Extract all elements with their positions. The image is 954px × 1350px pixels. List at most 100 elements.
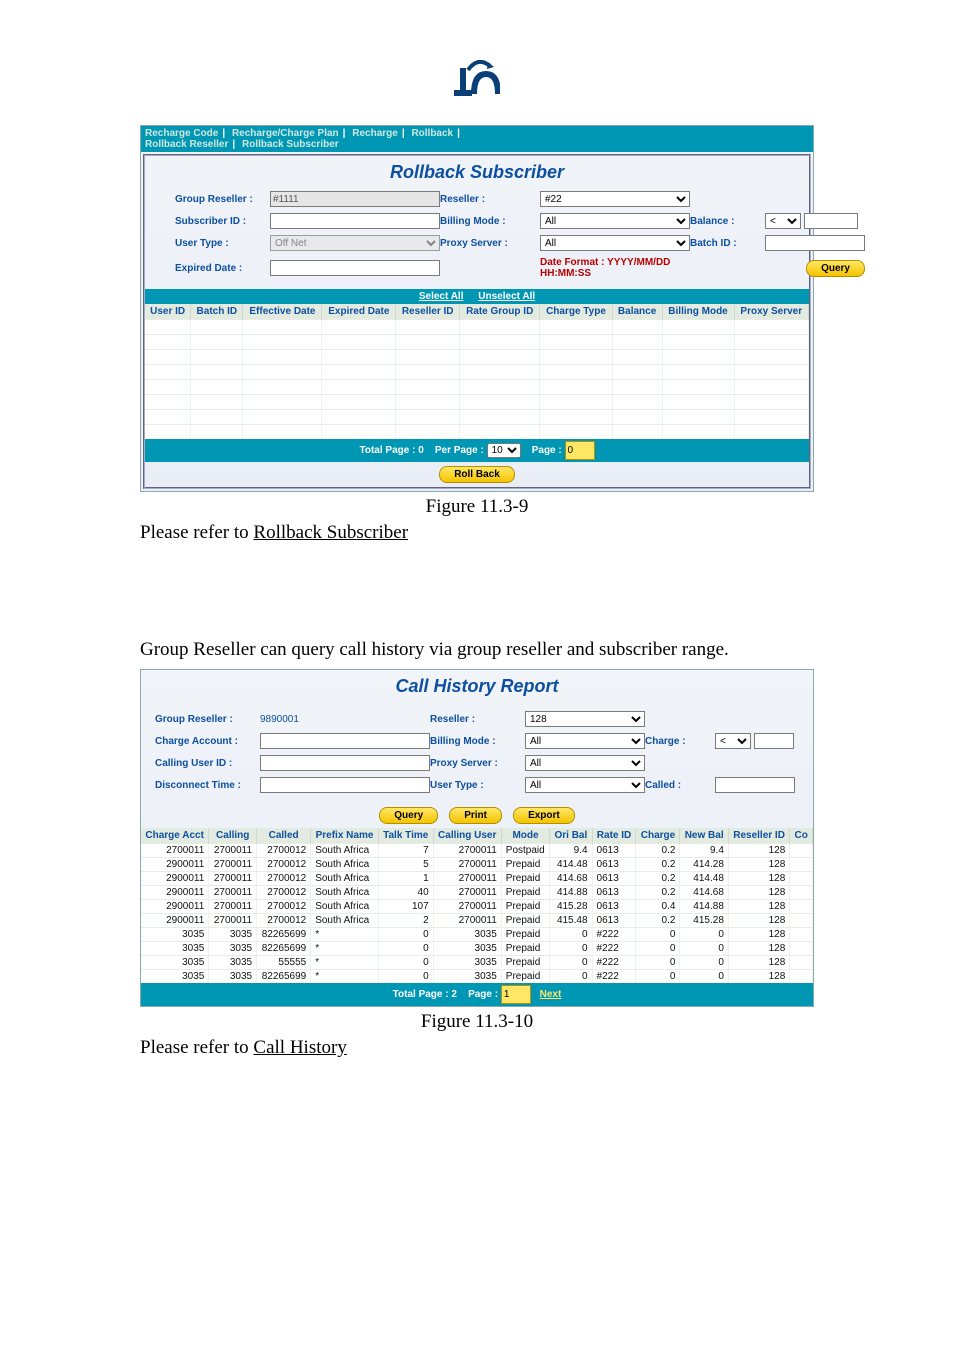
tab-bar: Recharge Code| Recharge/Charge Plan| Rec…: [141, 126, 813, 152]
page-label-2: Page :: [468, 989, 498, 1000]
tab-rollback-subscriber[interactable]: Rollback Subscriber: [242, 139, 339, 150]
user-type-select-2[interactable]: All: [525, 777, 645, 793]
pager-2: Total Page : 2 Page : Next: [141, 983, 813, 1006]
call-history-link[interactable]: Call History: [253, 1037, 346, 1058]
total-page-label-2: Total Page : 2: [393, 989, 457, 1000]
disconnect-time-label: Disconnect Time :: [155, 780, 260, 791]
col-charge-acct: Charge Acct: [141, 828, 209, 844]
table-row: 270001127000112700012South Africa7270001…: [141, 844, 813, 858]
col-balance: Balance: [612, 304, 662, 320]
per-page-label: Per Page :: [435, 445, 484, 456]
reseller-select[interactable]: #22: [540, 191, 690, 207]
page-input[interactable]: [565, 441, 595, 460]
calling-user-id-input[interactable]: [260, 755, 430, 771]
charge-input[interactable]: [754, 733, 794, 749]
billing-mode-select-2[interactable]: All: [525, 733, 645, 749]
group-reseller-value: 9890001: [260, 714, 430, 725]
figure-caption-1: Figure 11.3-9: [140, 496, 814, 518]
col-calling: Calling: [209, 828, 257, 844]
panel-title: Rollback Subscriber: [145, 156, 809, 191]
col-called: Called: [257, 828, 311, 844]
page-label: Page :: [532, 445, 562, 456]
user-type-select: Off Net: [270, 235, 440, 251]
charge-op-select[interactable]: <: [715, 733, 751, 749]
col-effective-date: Effective Date: [243, 304, 322, 320]
user-type-label-2: User Type :: [430, 780, 525, 791]
called-input[interactable]: [715, 777, 795, 793]
reseller-label-2: Reseller :: [430, 714, 525, 725]
col-batch-id: Batch ID: [191, 304, 243, 320]
balance-label: Balance :: [690, 216, 765, 227]
pager: Total Page : 0 Per Page : 10 Page :: [145, 439, 809, 462]
next-link[interactable]: Next: [540, 989, 562, 1000]
results-table: User ID Batch ID Effective Date Expired …: [145, 304, 809, 439]
charge-label: Charge :: [645, 736, 715, 747]
table-row: 290001127000112700012South Africa1072700…: [141, 900, 813, 914]
call-history-table: Charge Acct Calling Called Prefix Name T…: [141, 828, 813, 983]
group-reseller-label: Group Reseller :: [175, 194, 270, 205]
balance-op-select[interactable]: <: [765, 213, 801, 229]
table-row: 290001127000112700012South Africa5270001…: [141, 858, 813, 872]
rollback-subscriber-panel: Recharge Code| Recharge/Charge Plan| Rec…: [140, 125, 814, 492]
col-rate-id: Rate ID: [592, 828, 636, 844]
expired-date-label: Expired Date :: [175, 263, 270, 274]
batch-id-label: Batch ID :: [690, 238, 765, 249]
table-row: 290001127000112700012South Africa2270001…: [141, 914, 813, 928]
panel-title-2: Call History Report: [141, 670, 813, 705]
reseller-label: Reseller :: [440, 194, 540, 205]
group-reseller-input[interactable]: [270, 191, 440, 207]
col-charge-type: Charge Type: [540, 304, 612, 320]
proxy-server-label-2: Proxy Server :: [430, 758, 525, 769]
per-page-select[interactable]: 10: [487, 443, 521, 458]
query-button[interactable]: Query: [806, 260, 865, 277]
refer-text-1: Please refer to Rollback Subscriber: [140, 520, 814, 547]
total-page-label: Total Page : 0: [359, 445, 423, 456]
billing-mode-label: Billing Mode :: [440, 216, 540, 227]
called-label: Called :: [645, 780, 715, 791]
charge-account-input[interactable]: [260, 733, 430, 749]
table-row: 3035303555555*03035Prepaid0#22200128: [141, 956, 813, 970]
tab-recharge-charge-plan[interactable]: Recharge/Charge Plan: [232, 128, 339, 139]
select-all-link[interactable]: Select All: [419, 291, 464, 302]
col-proxy-server: Proxy Server: [734, 304, 808, 320]
batch-id-input[interactable]: [765, 235, 865, 251]
select-bar: Select All Unselect All: [145, 289, 809, 304]
proxy-server-select-2[interactable]: All: [525, 755, 645, 771]
tab-rollback[interactable]: Rollback: [411, 128, 453, 139]
page-input-2[interactable]: [501, 985, 531, 1004]
proxy-server-select[interactable]: All: [540, 235, 690, 251]
balance-input[interactable]: [804, 213, 858, 229]
col-ori-bal: Ori Bal: [550, 828, 592, 844]
billing-mode-select[interactable]: All: [540, 213, 690, 229]
col-rate-group-id: Rate Group ID: [460, 304, 540, 320]
rollback-button[interactable]: Roll Back: [439, 466, 515, 483]
col-expired-date: Expired Date: [322, 304, 396, 320]
col-user-id: User ID: [145, 304, 191, 320]
table-row: 3035303582265699*03035Prepaid0#22200128: [141, 942, 813, 956]
col-calling-user: Calling User: [433, 828, 501, 844]
rollback-subscriber-link[interactable]: Rollback Subscriber: [253, 522, 408, 543]
export-button[interactable]: Export: [513, 807, 575, 824]
call-history-panel: Call History Report Group Reseller : 989…: [140, 669, 814, 1007]
col-co: Co: [790, 828, 813, 844]
col-reseller-id-2: Reseller ID: [728, 828, 789, 844]
unselect-all-link[interactable]: Unselect All: [478, 291, 535, 302]
logo: [140, 60, 814, 105]
col-reseller-id: Reseller ID: [396, 304, 460, 320]
disconnect-time-input[interactable]: [260, 777, 430, 793]
tab-recharge-code[interactable]: Recharge Code: [145, 128, 218, 139]
col-billing-mode: Billing Mode: [662, 304, 734, 320]
subscriber-id-input[interactable]: [270, 213, 440, 229]
group-reseller-label-2: Group Reseller :: [155, 714, 260, 725]
billing-mode-label-2: Billing Mode :: [430, 736, 525, 747]
query-button-2[interactable]: Query: [379, 807, 438, 824]
col-charge: Charge: [636, 828, 680, 844]
reseller-select-2[interactable]: 128: [525, 711, 645, 727]
tab-rollback-reseller[interactable]: Rollback Reseller: [145, 139, 228, 150]
brand-icon: [454, 60, 500, 102]
expired-date-input[interactable]: [270, 260, 440, 276]
tab-recharge[interactable]: Recharge: [352, 128, 398, 139]
print-button[interactable]: Print: [449, 807, 502, 824]
table-row: 3035303582265699*03035Prepaid0#22200128: [141, 928, 813, 942]
user-type-label: User Type :: [175, 238, 270, 249]
